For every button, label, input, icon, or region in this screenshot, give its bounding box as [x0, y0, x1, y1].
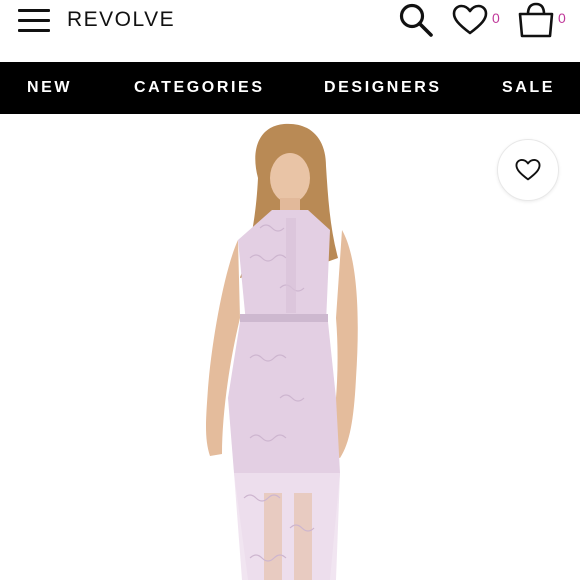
heart-icon [515, 158, 541, 181]
nav-item-sale[interactable]: SALE [502, 62, 555, 114]
favorite-button[interactable] [497, 139, 559, 201]
top-header: REVOLVE 0 0 [0, 0, 580, 62]
main-navigation: NEW CATEGORIES DESIGNERS SALE [0, 62, 580, 114]
menu-line [18, 29, 50, 32]
search-icon[interactable] [398, 2, 434, 38]
product-image[interactable] [180, 118, 400, 580]
wishlist-count: 0 [492, 10, 500, 26]
menu-line [18, 9, 50, 12]
nav-item-new[interactable]: NEW [27, 62, 72, 114]
shopping-bag-icon[interactable] [516, 2, 556, 38]
menu-icon[interactable] [18, 9, 50, 33]
nav-item-categories[interactable]: CATEGORIES [134, 62, 265, 114]
menu-line [18, 19, 50, 22]
heart-icon[interactable] [452, 4, 488, 36]
brand-logo[interactable]: REVOLVE [67, 8, 175, 32]
bag-count: 0 [558, 10, 566, 26]
nav-item-designers[interactable]: DESIGNERS [324, 62, 442, 114]
